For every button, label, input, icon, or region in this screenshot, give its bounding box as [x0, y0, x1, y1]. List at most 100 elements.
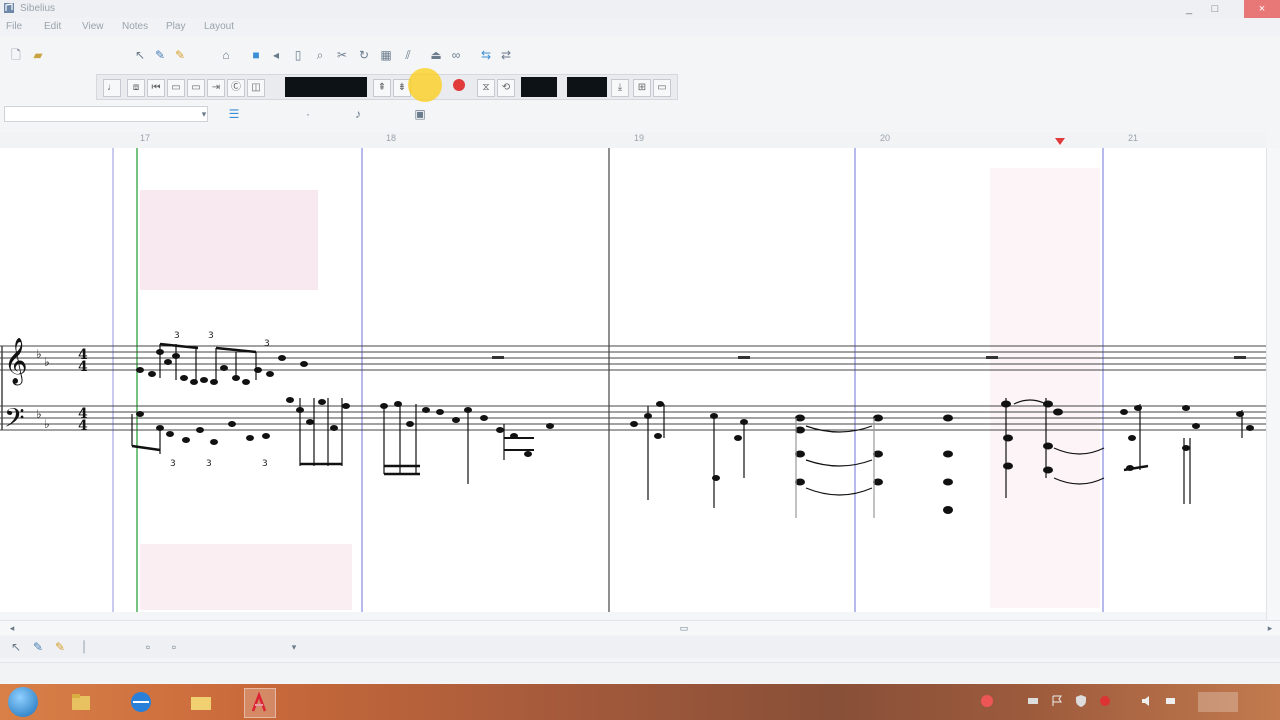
menu-view[interactable]: View	[82, 21, 104, 32]
title-bar: Sibelius _ □ ×	[0, 0, 1280, 19]
measure-number: 19	[634, 133, 645, 143]
horizontal-scrollbar[interactable]: ◂ ▭ ▸	[0, 620, 1280, 635]
track-select[interactable]	[4, 106, 208, 122]
sync-icon[interactable]: ⧖	[477, 79, 495, 97]
maximize-button[interactable]: □	[1202, 0, 1228, 18]
click-icon[interactable]: ◫	[247, 79, 265, 97]
cycle-icon[interactable]: Ⓒ	[227, 79, 245, 97]
stems-bass-21	[1123, 404, 1243, 504]
svg-text:3: 3	[262, 459, 268, 469]
zoom-icon[interactable]: ⌕	[312, 47, 328, 63]
step-icon[interactable]: ♪	[350, 106, 366, 122]
measure-number: 17	[140, 133, 151, 143]
file-explorer-icon[interactable]	[66, 688, 96, 716]
svg-text:4: 4	[78, 418, 88, 434]
svg-text:♭: ♭	[36, 347, 42, 361]
mute-icon[interactable]: ■	[248, 47, 264, 63]
pointer-icon[interactable]: ↖	[8, 639, 24, 655]
note-icon[interactable]: ♩	[103, 79, 121, 97]
scroll-left-icon[interactable]: ◂	[4, 620, 20, 636]
link-icon[interactable]: ∞	[448, 47, 464, 63]
score-view[interactable]: 𝄞 𝄢 ♭ ♭ ♭ ♭ 4 4 4 4 333 333	[0, 148, 1266, 612]
split-icon[interactable]: ⫽	[400, 47, 416, 63]
vertical-scrollbar[interactable]	[1266, 148, 1280, 624]
glue-icon[interactable]: ⌂	[218, 47, 234, 63]
stop-icon[interactable]: ▭	[167, 79, 185, 97]
pointer-icon[interactable]: ↖	[132, 47, 148, 63]
measure-number: 21	[1128, 133, 1139, 143]
close-button[interactable]: ×	[1244, 0, 1280, 18]
eraser-icon[interactable]: ✎	[172, 47, 188, 63]
transport-bar: ♩ ⧈ ⏮ ▭ ▭ ⇥ Ⓒ ◫ ⇞ ⇟ ⧖ ⟲ ⤓ ⊞ ▭	[96, 74, 678, 100]
speaker-icon[interactable]: ◂	[268, 47, 284, 63]
lane-icon[interactable]: ▫	[166, 639, 182, 655]
svg-text:♭: ♭	[36, 407, 42, 421]
browser-icon[interactable]	[126, 688, 156, 716]
scissors-icon[interactable]: ✂	[334, 47, 350, 63]
tray-volume-icon[interactable]	[1140, 694, 1154, 708]
list-icon[interactable]: ☰	[226, 106, 242, 122]
loop-transport-icon[interactable]: ⟲	[497, 79, 515, 97]
pencil-icon[interactable]: ✎	[152, 47, 168, 63]
grid-icon[interactable]: ▦	[378, 47, 394, 63]
menu-play[interactable]: Play	[166, 21, 185, 32]
controller-icon[interactable]: ▫	[140, 639, 156, 655]
music-app-icon[interactable]	[244, 688, 276, 718]
whole-rest	[986, 356, 998, 359]
arrow-right-icon[interactable]: ⇄	[498, 47, 514, 63]
play-icon[interactable]: ▭	[187, 79, 205, 97]
time-display	[285, 77, 367, 97]
quantize-icon[interactable]: ▯	[290, 47, 306, 63]
tray-flag-icon[interactable]	[1050, 694, 1064, 708]
tray-clock[interactable]	[1198, 692, 1238, 712]
score-canvas: 𝄞 𝄢 ♭ ♭ ♭ ♭ 4 4 4 4 3 33 333	[0, 148, 1266, 612]
tray-shield-icon[interactable]	[1074, 694, 1088, 708]
chevron-down-icon[interactable]: ▾	[196, 106, 212, 122]
tray-battery-icon[interactable]	[1164, 694, 1178, 708]
metronome-icon[interactable]: ⏏	[428, 47, 444, 63]
main-toolbar: 🗋 ▰ ↖ ✎ ✎ ⌂ ■ ◂ ▯ ⌕ ✂ ↻ ▦ ⫽ ⏏ ∞ ⇆ ⇄	[0, 42, 1280, 68]
menu-edit[interactable]: Edit	[44, 21, 61, 32]
chevron-down-icon[interactable]: ▾	[286, 639, 302, 655]
measure-ruler: 17 18 19 20 21	[0, 132, 1266, 149]
record-icon[interactable]	[453, 79, 465, 91]
properties-icon[interactable]: ▣	[412, 106, 428, 122]
menu-bar: File Edit View Notes Play Layout	[0, 18, 1280, 36]
bar-icon[interactable]: ⧈	[127, 79, 145, 97]
tray-network-icon[interactable]	[1026, 694, 1040, 708]
forward-icon[interactable]: ⇥	[207, 79, 225, 97]
minimize-button[interactable]: _	[1176, 0, 1202, 18]
notes-bass-19	[630, 401, 883, 486]
menu-layout[interactable]: Layout	[204, 21, 234, 32]
svg-text:3: 3	[170, 459, 176, 469]
menu-notes[interactable]: Notes	[122, 21, 148, 32]
notes-treble-17	[136, 349, 308, 385]
tray-record-icon[interactable]	[980, 694, 994, 708]
dot-icon[interactable]: ·	[300, 106, 316, 122]
start-button[interactable]	[8, 687, 38, 717]
pencil-icon[interactable]: ✎	[30, 639, 46, 655]
menu-file[interactable]: File	[6, 21, 22, 32]
marker-icon[interactable]: ⤓	[611, 79, 629, 97]
rewind-icon[interactable]: ⏮	[147, 79, 165, 97]
loop-icon[interactable]: ↻	[356, 47, 372, 63]
scroll-thumb-icon[interactable]: ▭	[676, 620, 692, 636]
folder-icon[interactable]	[186, 688, 216, 716]
open-icon[interactable]: ▰	[30, 47, 46, 63]
loop-marker-icon[interactable]	[1054, 136, 1066, 146]
measure-number: 20	[880, 133, 891, 143]
scroll-right-icon[interactable]: ▸	[1262, 620, 1278, 636]
meter-display	[567, 77, 607, 97]
bottom-toolbar: ↖ ✎ ✎ ⏐ ▫ ▫ ▾	[0, 636, 1280, 658]
tempo-display	[521, 77, 557, 97]
punch-in-icon[interactable]: ⇞	[373, 79, 391, 97]
velocity-icon[interactable]: ⏐	[76, 639, 92, 655]
panel-icon[interactable]: ▭	[653, 79, 671, 97]
new-icon[interactable]: 🗋	[8, 47, 24, 63]
arrow-left-icon[interactable]: ⇆	[478, 47, 494, 63]
grid-small-icon[interactable]: ⊞	[633, 79, 651, 97]
tray-alert-icon[interactable]	[1098, 694, 1112, 708]
stems-bass-18	[383, 404, 534, 484]
selection-region	[140, 544, 352, 610]
eraser-icon[interactable]: ✎	[52, 639, 68, 655]
